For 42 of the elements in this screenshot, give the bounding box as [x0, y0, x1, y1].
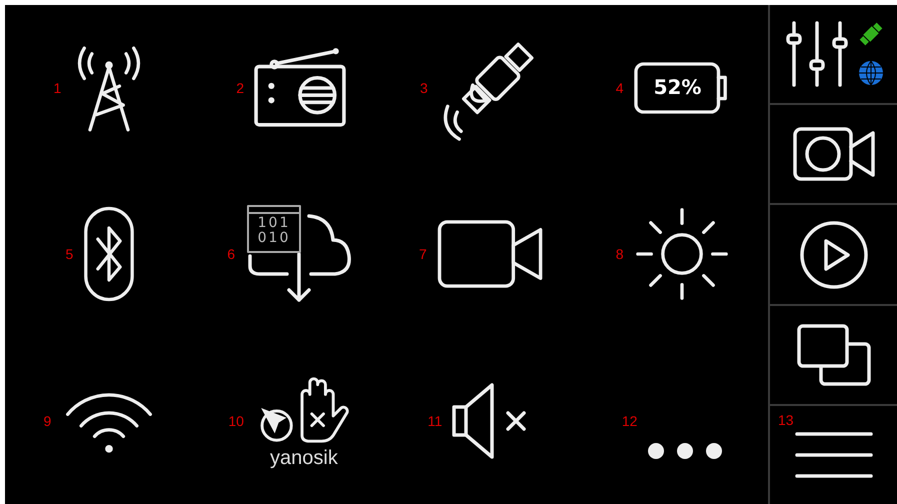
- tile-number: 10: [228, 412, 244, 429]
- tile-button[interactable]: 11: [386, 338, 578, 504]
- sliders-icon: [784, 21, 850, 88]
- sidebar-button[interactable]: 13: [770, 406, 897, 504]
- logo-wordmark: yanosik: [270, 447, 338, 470]
- tile-button[interactable]: 6 101 010: [196, 171, 386, 338]
- overlapping-windows-icon: [796, 324, 870, 386]
- tile-button[interactable]: 3: [386, 5, 578, 172]
- tile-number: 9: [43, 412, 52, 429]
- battery-percent: 52%: [652, 75, 702, 100]
- video-camera-icon: [792, 127, 874, 182]
- globe-icon: [858, 60, 884, 86]
- tile-number: 3: [420, 80, 428, 96]
- tile-button[interactable]: 4 52%: [577, 5, 768, 172]
- tile-number: 13: [778, 412, 794, 428]
- tile-number: 1: [53, 80, 62, 96]
- tile-button[interactable]: 10 yanosik: [196, 338, 386, 504]
- tile-number: 11: [428, 412, 442, 429]
- binary-digits: 101: [258, 216, 290, 232]
- tile-number: 2: [236, 80, 244, 96]
- video-camera-icon: [436, 220, 545, 288]
- tile-button[interactable]: 1: [5, 5, 196, 172]
- tile-number: 4: [616, 80, 624, 96]
- tile-number: 6: [227, 246, 236, 262]
- tile-number: 5: [65, 246, 74, 262]
- tile-button[interactable]: 9: [5, 338, 196, 504]
- tile-number: 8: [616, 246, 624, 262]
- satellite-icon: [858, 22, 884, 46]
- tile-number: 7: [418, 246, 427, 262]
- battery-icon: [634, 61, 730, 116]
- binary-digits: 010: [258, 231, 290, 246]
- tile-button[interactable]: 5: [5, 171, 196, 338]
- tile-button[interactable]: 8: [577, 171, 768, 338]
- play-icon: [800, 220, 868, 288]
- more-icon: [647, 442, 724, 460]
- tile-button[interactable]: 7: [386, 171, 578, 338]
- tile-button[interactable]: 2: [196, 5, 386, 172]
- tile-button[interactable]: 12: [577, 338, 768, 504]
- menu-icon: [794, 430, 872, 479]
- brightness-icon: [634, 206, 730, 302]
- tile-number: 12: [622, 412, 638, 429]
- radio-icon: [254, 47, 346, 130]
